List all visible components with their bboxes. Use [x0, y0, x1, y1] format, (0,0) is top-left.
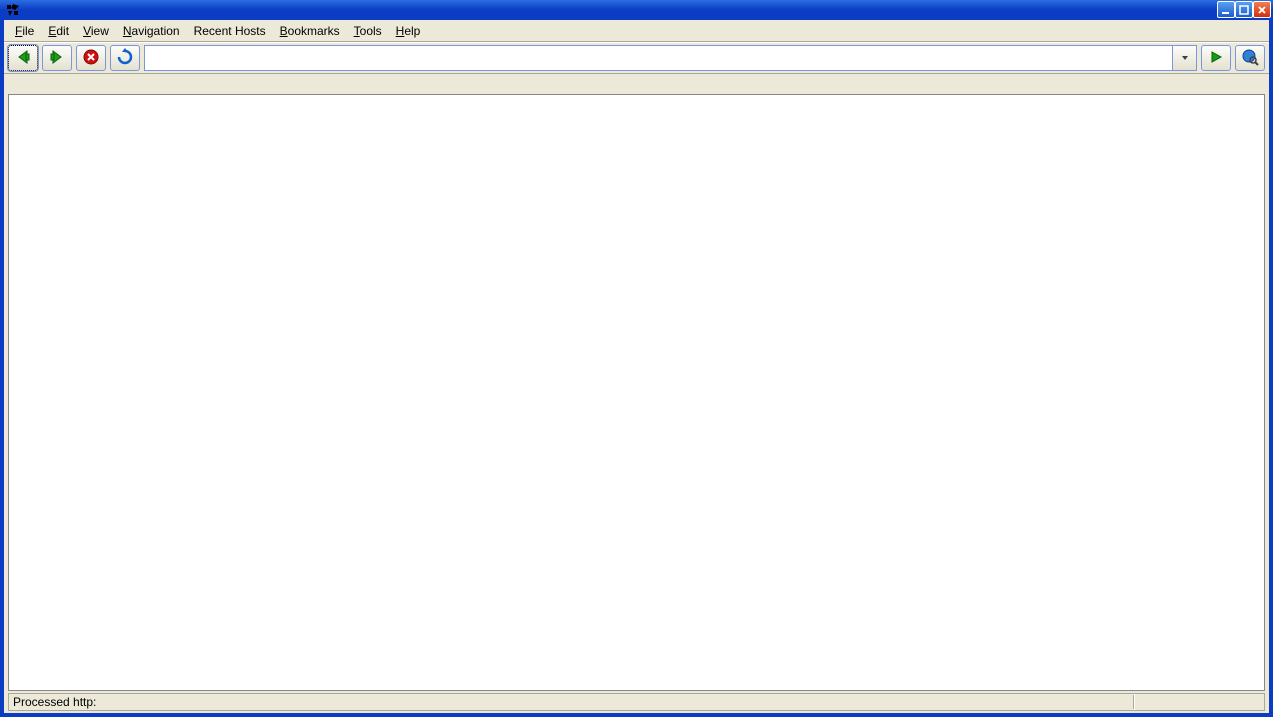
go-button[interactable]	[1201, 45, 1231, 71]
back-arrow-icon	[14, 48, 32, 69]
search-globe-icon	[1241, 48, 1259, 69]
window-controls	[1217, 1, 1271, 18]
menu-help[interactable]: Help	[389, 22, 428, 40]
menu-view[interactable]: View	[76, 22, 116, 40]
reload-icon	[116, 48, 134, 69]
menu-bookmarks[interactable]: Bookmarks	[273, 22, 347, 40]
forward-button[interactable]	[42, 45, 72, 71]
menu-file[interactable]: File	[8, 22, 41, 40]
statusbar: Processed http:	[8, 693, 1265, 711]
stop-button[interactable]	[76, 45, 106, 71]
menu-label: ookmarks	[288, 24, 340, 38]
close-button[interactable]	[1253, 1, 1271, 18]
content-area	[8, 94, 1265, 691]
menu-recent-hosts[interactable]: Recent Hosts	[187, 22, 273, 40]
titlebar	[0, 0, 1273, 20]
menu-tools[interactable]: Tools	[347, 22, 389, 40]
address-dropdown-button[interactable]	[1172, 46, 1196, 70]
search-button[interactable]	[1235, 45, 1265, 71]
menu-label: elp	[404, 24, 420, 38]
minimize-button[interactable]	[1217, 1, 1235, 18]
app-icon	[4, 1, 22, 19]
address-bar	[144, 45, 1197, 71]
menu-label: Recent Hosts	[194, 24, 266, 38]
go-icon	[1209, 50, 1223, 67]
menu-label: iew	[91, 24, 109, 38]
menu-edit[interactable]: Edit	[41, 22, 76, 40]
status-text: Processed http:	[9, 695, 1134, 709]
back-button[interactable]	[8, 45, 38, 71]
chevron-down-icon	[1181, 51, 1189, 65]
stop-icon	[82, 48, 100, 69]
menu-navigation[interactable]: Navigation	[116, 22, 187, 40]
menubar: File Edit View Navigation Recent Hosts B…	[4, 20, 1269, 42]
address-input[interactable]	[145, 46, 1172, 70]
menu-label: dit	[56, 24, 69, 38]
maximize-button[interactable]	[1235, 1, 1253, 18]
menu-label: ile	[22, 24, 34, 38]
reload-button[interactable]	[110, 45, 140, 71]
menu-label: avigation	[132, 24, 180, 38]
menu-label: ools	[360, 24, 382, 38]
forward-arrow-icon	[48, 48, 66, 69]
status-panel	[1134, 694, 1264, 710]
toolbar	[4, 42, 1269, 74]
